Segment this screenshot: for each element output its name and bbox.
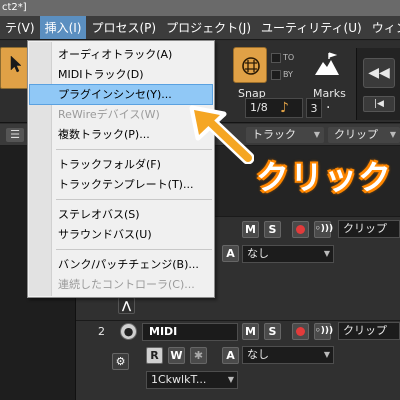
list-view-icon[interactable]: ☰	[6, 128, 24, 142]
menu-item-track-template[interactable]: トラックテンプレート(T)...	[30, 175, 212, 194]
cursor-arrow-icon	[10, 55, 22, 73]
output-dropdown-label: 1CkwlkT...	[151, 373, 207, 386]
snap-mode-toggles: TO BY	[271, 49, 299, 83]
clip-column-label: クリップ	[334, 128, 378, 141]
click-annotation: クリック	[256, 158, 392, 197]
smart-tool-button[interactable]	[0, 47, 30, 89]
snap-multiplier[interactable]: 3	[306, 98, 322, 118]
track-row: 2 ● MIDI M S ◦))) クリップ ⚙ R W ✱ A なし ▼ 1C…	[76, 320, 400, 400]
menu-item-stereo-bus[interactable]: ステレオバス(S)	[30, 205, 212, 224]
menu-item-multiple-tracks[interactable]: 複数トラック(P)...	[30, 125, 212, 144]
input-dropdown[interactable]: なし ▼	[242, 245, 334, 263]
transport-panel: ◀◀ |◀	[356, 48, 400, 120]
eighth-note-icon: ♪	[280, 100, 289, 116]
snap-by-toggle[interactable]: BY	[271, 66, 299, 83]
input-dropdown-label: なし	[247, 348, 269, 361]
menu-item-plugin-synth[interactable]: プラグインシンセ(Y)...	[29, 84, 213, 105]
track-number: 2	[98, 325, 105, 338]
window-title: ct2*]	[0, 0, 400, 16]
menu-process[interactable]: プロセス(P)	[86, 16, 161, 39]
clip-dropdown-label: クリップ	[343, 222, 387, 235]
clip-dropdown[interactable]: クリップ	[338, 322, 400, 340]
automation-star-button[interactable]: ✱	[190, 347, 207, 364]
pointer-arrow-icon	[189, 105, 254, 164]
input-dropdown-label: なし	[247, 247, 269, 260]
checkbox-icon	[271, 52, 281, 63]
go-to-start-button[interactable]: |◀	[363, 96, 395, 112]
menu-item-audio-track[interactable]: オーディオトラック(A)	[30, 45, 212, 64]
midi-port-icon: ⚙	[112, 353, 129, 370]
solo-button[interactable]: S	[264, 323, 281, 340]
dotted-note-icon: .	[326, 96, 331, 112]
input-echo-icon[interactable]: ◦)))	[314, 221, 333, 238]
marks-mountain-icon[interactable]	[309, 49, 343, 79]
rewind-button[interactable]: ◀◀	[363, 58, 395, 88]
automation-lane-icon[interactable]: ⋀	[118, 297, 135, 314]
menu-separator	[56, 199, 212, 200]
mute-button[interactable]: M	[242, 323, 259, 340]
output-dropdown[interactable]: 1CkwlkT... ▼	[146, 371, 238, 389]
track-column-header[interactable]: トラック ▼	[246, 127, 324, 143]
menu-insert[interactable]: 挿入(I)	[39, 16, 87, 39]
menu-item-bank-patch-change[interactable]: バンク/パッチチェンジ(B)...	[30, 255, 212, 274]
track-column-label: トラック	[252, 128, 296, 141]
chevron-down-icon: ▼	[227, 375, 234, 384]
menu-project[interactable]: プロジェクト(J)	[161, 16, 256, 39]
insert-menu: オーディオトラック(A) MIDIトラック(D) プラグインシンセ(Y)... …	[27, 40, 215, 298]
toggle-to-label: TO	[283, 53, 295, 62]
automation-write-button[interactable]: W	[168, 347, 185, 364]
clip-dropdown[interactable]: クリップ	[338, 220, 400, 238]
menu-item-midi-track[interactable]: MIDIトラック(D)	[30, 65, 212, 84]
clip-column-header[interactable]: クリップ ▼	[328, 127, 400, 143]
automation-read-button[interactable]: R	[146, 347, 163, 364]
chevron-down-icon: ▼	[389, 130, 396, 139]
menu-utilities[interactable]: ユーティリティ(U)	[256, 16, 367, 39]
automation-mode-button[interactable]: A	[222, 347, 239, 364]
record-arm-button[interactable]	[292, 323, 309, 340]
track-name-field[interactable]: MIDI	[142, 323, 238, 341]
menu-item-rewire-device[interactable]: ReWireデバイス(W)	[30, 105, 212, 124]
menu-item-track-folder[interactable]: トラックフォルダ(F)	[30, 155, 212, 174]
snap-to-toggle[interactable]: TO	[271, 49, 299, 66]
record-arm-button[interactable]	[292, 221, 309, 238]
automation-read-button[interactable]: A	[222, 245, 239, 262]
clip-dropdown-label: クリップ	[343, 324, 387, 337]
chevron-down-icon: ▼	[323, 350, 330, 359]
checkbox-icon	[271, 69, 281, 80]
chevron-down-icon: ▼	[313, 130, 320, 139]
midi-track-icon: ●	[120, 323, 137, 340]
menubar: テ(V) 挿入(I) プロセス(P) プロジェクト(J) ユーティリティ(U) …	[0, 16, 400, 40]
menu-view[interactable]: テ(V)	[0, 16, 40, 39]
menu-item-surround-bus[interactable]: サラウンドバス(U)	[30, 225, 212, 244]
menu-window[interactable]: ウィンドウ(W)	[367, 16, 400, 39]
chevron-down-icon: ▼	[323, 249, 330, 258]
mute-button[interactable]: M	[242, 221, 259, 238]
menu-separator	[56, 249, 212, 250]
solo-button[interactable]: S	[264, 221, 281, 238]
snap-button[interactable]	[233, 47, 267, 83]
menu-item-continuous-controller[interactable]: 連続したコントローラ(C)...	[30, 275, 212, 294]
snap-grid-icon	[242, 57, 260, 75]
input-echo-icon[interactable]: ◦)))	[314, 323, 333, 340]
toggle-by-label: BY	[283, 70, 293, 79]
input-dropdown[interactable]: なし ▼	[242, 346, 334, 364]
